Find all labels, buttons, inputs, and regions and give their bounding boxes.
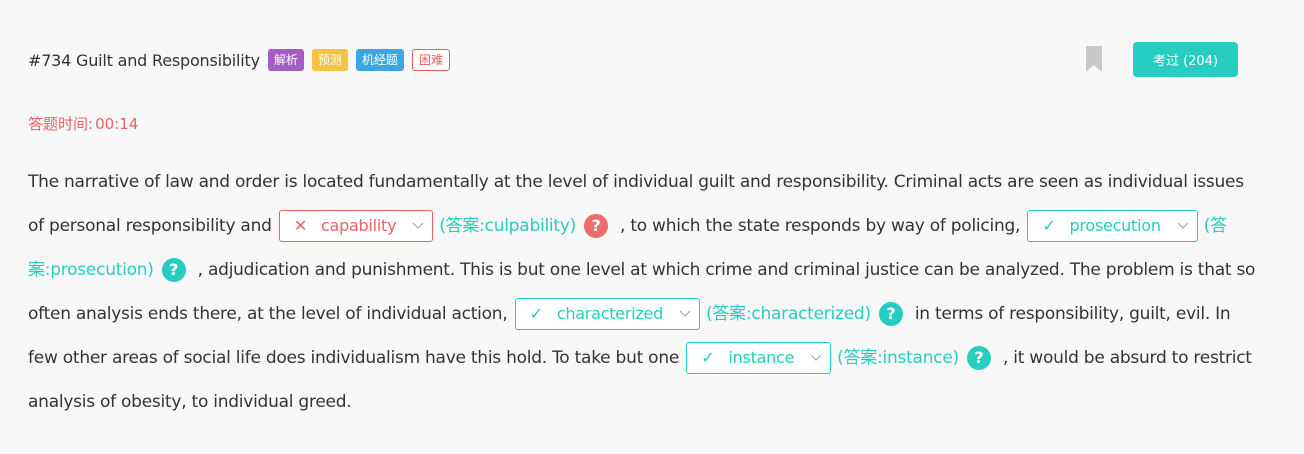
tag-analysis[interactable]: 解析 [267,49,304,71]
check-icon: ✓ [529,304,543,323]
check-icon: ✓ [1042,216,1056,235]
timer-value: 00:14 [95,115,139,133]
help-icon[interactable]: ? [161,258,186,282]
chevron-down-icon [679,310,691,317]
timer-label: 答题时间: [28,115,94,133]
help-icon[interactable]: ? [966,346,991,370]
tag-prediction[interactable]: 预测 [311,49,348,71]
blank-selected-value: capability [320,216,397,235]
tag-difficulty[interactable]: 困难 [411,49,450,71]
question-title: #734 Guilt and Responsibility [28,50,260,70]
wrong-icon: ✕ [293,216,307,235]
blank-dropdown-4[interactable]: ✓ instance [686,342,832,374]
blank-dropdown-1[interactable]: ✕ capability [278,210,434,242]
chevron-down-icon [1177,222,1189,229]
bookmark-icon[interactable] [1086,46,1102,72]
passage-segment: , to which the state responds by way of … [620,216,1021,236]
chevron-down-icon [412,222,424,229]
help-icon[interactable]: ? [584,214,609,238]
correct-answer: (答案:culpability) [439,216,577,236]
answer-timer: 答题时间: 00:14 [28,113,138,134]
passage-text: The narrative of law and order is locate… [28,160,1258,424]
chevron-down-icon [810,354,822,361]
blank-selected-value: characterized [556,304,664,323]
correct-answer: (答案:instance) [837,348,959,368]
blank-dropdown-3[interactable]: ✓ characterized [514,298,701,330]
blank-selected-value: prosecution [1069,216,1161,235]
passed-count-button[interactable]: 考过 (204) [1133,42,1238,77]
blank-dropdown-2[interactable]: ✓ prosecution [1027,210,1198,242]
blank-selected-value: instance [728,348,795,367]
correct-answer: (答案:characterized) [706,304,871,324]
question-header: #734 Guilt and Responsibility 解析 预测 机经题 … [28,46,450,74]
tag-exam-question[interactable]: 机经题 [355,49,404,71]
help-icon[interactable]: ? [878,302,903,326]
check-icon: ✓ [701,348,715,367]
